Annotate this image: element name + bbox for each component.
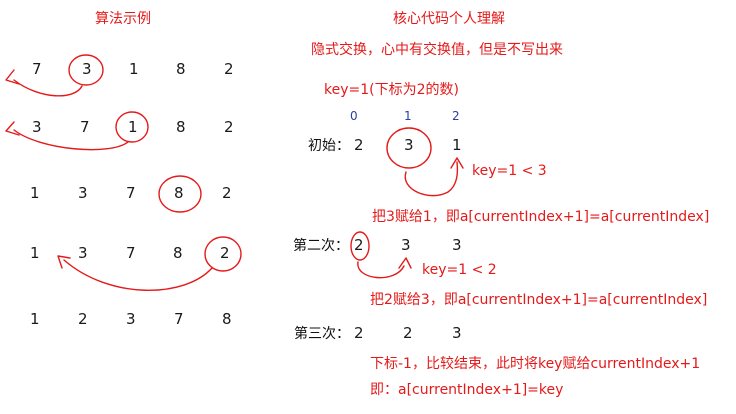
arrow-head <box>5 121 20 136</box>
row2-value: 7 <box>80 118 90 136</box>
row5-value: 7 <box>174 310 184 328</box>
arrow-head <box>450 157 464 169</box>
row1-value: 7 <box>32 60 42 78</box>
row2-value: 3 <box>32 118 42 136</box>
state-value: 3 <box>452 324 462 342</box>
row1-value: 2 <box>224 60 234 78</box>
row4-value: 1 <box>30 244 40 262</box>
right-title: 核心代码个人理解 <box>393 11 505 27</box>
state-value: 2 <box>354 236 364 254</box>
row3-value: 8 <box>174 184 184 202</box>
key-definition: key=1(下标为2的数) <box>324 82 459 98</box>
implicit-swap-note: 隐式交换，心中有交换值，但是不写出来 <box>311 42 563 58</box>
row3-value: 3 <box>78 184 88 202</box>
row5-value: 3 <box>126 310 136 328</box>
row4-value: 8 <box>173 244 183 262</box>
hand-drawn-annotations <box>5 54 464 291</box>
state-value: 3 <box>401 236 411 254</box>
index-mark: 0 <box>350 109 358 123</box>
row2-value: 8 <box>176 118 186 136</box>
row4-value: 3 <box>78 244 88 262</box>
finish-note: 下标-1，比较结束，此时将key赋给currentIndex+1 <box>370 356 701 372</box>
curved-arrow <box>63 259 213 291</box>
arrow-head <box>398 257 412 269</box>
state-label: 初始： <box>308 138 350 154</box>
arrow-head <box>57 255 71 269</box>
row3-value: 7 <box>126 184 136 202</box>
curved-arrow <box>13 79 83 97</box>
row4-value: 2 <box>220 244 230 262</box>
state-label: 第三次： <box>294 326 350 342</box>
curved-arrow <box>357 261 405 279</box>
row3-value: 2 <box>222 184 232 202</box>
assign-note-2: 把2赋给3，即a[currentIndex+1]=a[currentIndex] <box>370 292 708 308</box>
index-mark: 2 <box>452 109 460 123</box>
left-title: 算法示例 <box>95 11 151 27</box>
row3-value: 1 <box>30 184 40 202</box>
row5-value: 8 <box>222 310 232 328</box>
row4-value: 7 <box>126 244 136 262</box>
row5-value: 1 <box>30 310 40 328</box>
state-value: 2 <box>354 324 364 342</box>
final-assign-note: 即：a[currentIndex+1]=key <box>370 382 564 398</box>
index-mark: 1 <box>404 109 412 123</box>
state-value: 2 <box>403 324 413 342</box>
row2-value: 2 <box>224 118 234 136</box>
state-value: 3 <box>452 236 462 254</box>
state-value: 1 <box>452 136 462 154</box>
arrow-head <box>5 69 20 85</box>
row1-value: 3 <box>82 60 92 78</box>
curved-arrow <box>404 161 459 197</box>
compare-note-2: key=1 < 2 <box>422 262 497 278</box>
row1-value: 8 <box>176 60 186 78</box>
state-label: 第二次： <box>293 238 349 254</box>
assign-note-1: 把3赋给1，即a[currentIndex+1]=a[currentIndex] <box>372 209 710 225</box>
row1-value: 1 <box>129 60 139 78</box>
state-value: 3 <box>404 136 414 154</box>
row2-value: 1 <box>128 118 138 136</box>
row5-value: 2 <box>78 310 88 328</box>
compare-note-1: key=1 < 3 <box>472 163 547 179</box>
state-value: 2 <box>354 136 364 154</box>
